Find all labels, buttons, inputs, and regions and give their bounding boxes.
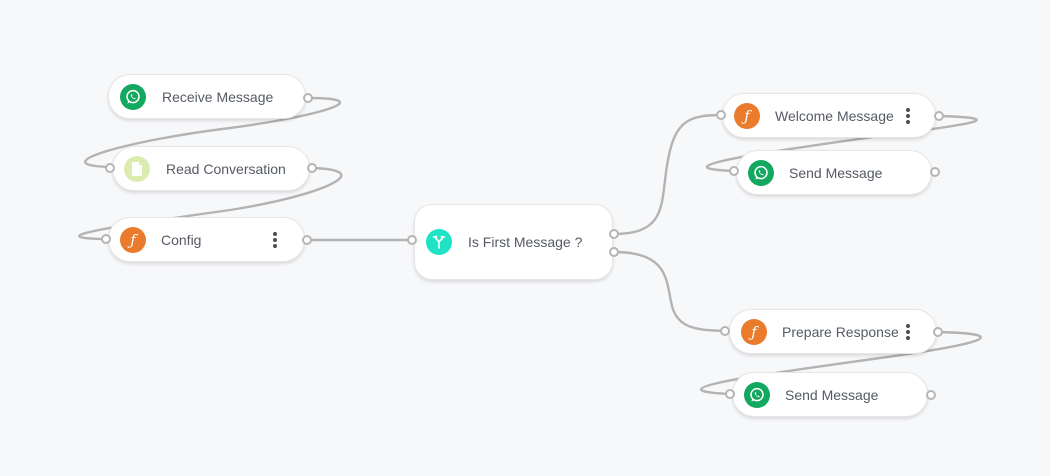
input-port[interactable] (716, 110, 726, 120)
more-options-icon[interactable] (904, 323, 912, 341)
whatsapp-icon (748, 160, 774, 186)
function-icon: ƒ (120, 227, 146, 253)
node-label: Read Conversation (166, 160, 286, 177)
output-port[interactable] (930, 167, 940, 177)
output-port[interactable] (307, 163, 317, 173)
node-is-first-message[interactable]: Is First Message ? (414, 204, 613, 280)
output-port[interactable] (302, 235, 312, 245)
input-port[interactable] (101, 234, 111, 244)
more-options-icon[interactable] (271, 231, 279, 249)
node-label: Welcome Message (775, 107, 894, 124)
output-port[interactable] (934, 111, 944, 121)
function-glyph: ƒ (130, 231, 136, 249)
node-send-message[interactable]: Send Message (736, 150, 932, 195)
node-send-message[interactable]: Send Message (732, 372, 928, 417)
whatsapp-icon (744, 382, 770, 408)
branch-icon (426, 229, 452, 255)
function-icon: ƒ (734, 103, 760, 129)
flow-canvas[interactable]: Receive Message Read Conversation ƒ Conf… (0, 0, 1050, 476)
output-port-false[interactable] (609, 247, 619, 257)
input-port[interactable] (407, 235, 417, 245)
input-port[interactable] (729, 166, 739, 176)
node-config[interactable]: ƒ Config (108, 217, 305, 262)
edge-condition-true-to-welcome (612, 113, 724, 236)
output-port[interactable] (303, 93, 313, 103)
node-welcome-message[interactable]: ƒ Welcome Message (722, 93, 936, 138)
function-glyph: ƒ (744, 107, 750, 125)
output-port-true[interactable] (609, 229, 619, 239)
function-glyph: ƒ (751, 323, 757, 341)
more-options-icon[interactable] (904, 107, 912, 125)
node-label: Send Message (789, 164, 883, 181)
input-port[interactable] (105, 163, 115, 173)
node-receive-message[interactable]: Receive Message (108, 74, 306, 119)
node-label: Send Message (785, 386, 879, 403)
function-icon: ƒ (741, 319, 767, 345)
input-port[interactable] (725, 389, 735, 399)
node-label: Is First Message ? (468, 234, 583, 250)
node-label: Receive Message (162, 88, 274, 105)
node-label: Config (161, 231, 202, 248)
output-port[interactable] (926, 390, 936, 400)
node-read-conversation[interactable]: Read Conversation (112, 146, 310, 191)
input-port[interactable] (720, 326, 730, 336)
node-label: Prepare Response (782, 323, 899, 340)
output-port[interactable] (933, 327, 943, 337)
whatsapp-icon (120, 84, 146, 110)
node-prepare-response[interactable]: ƒ Prepare Response (729, 309, 937, 354)
edge-condition-false-to-prepare (612, 250, 728, 333)
document-icon (124, 156, 150, 182)
